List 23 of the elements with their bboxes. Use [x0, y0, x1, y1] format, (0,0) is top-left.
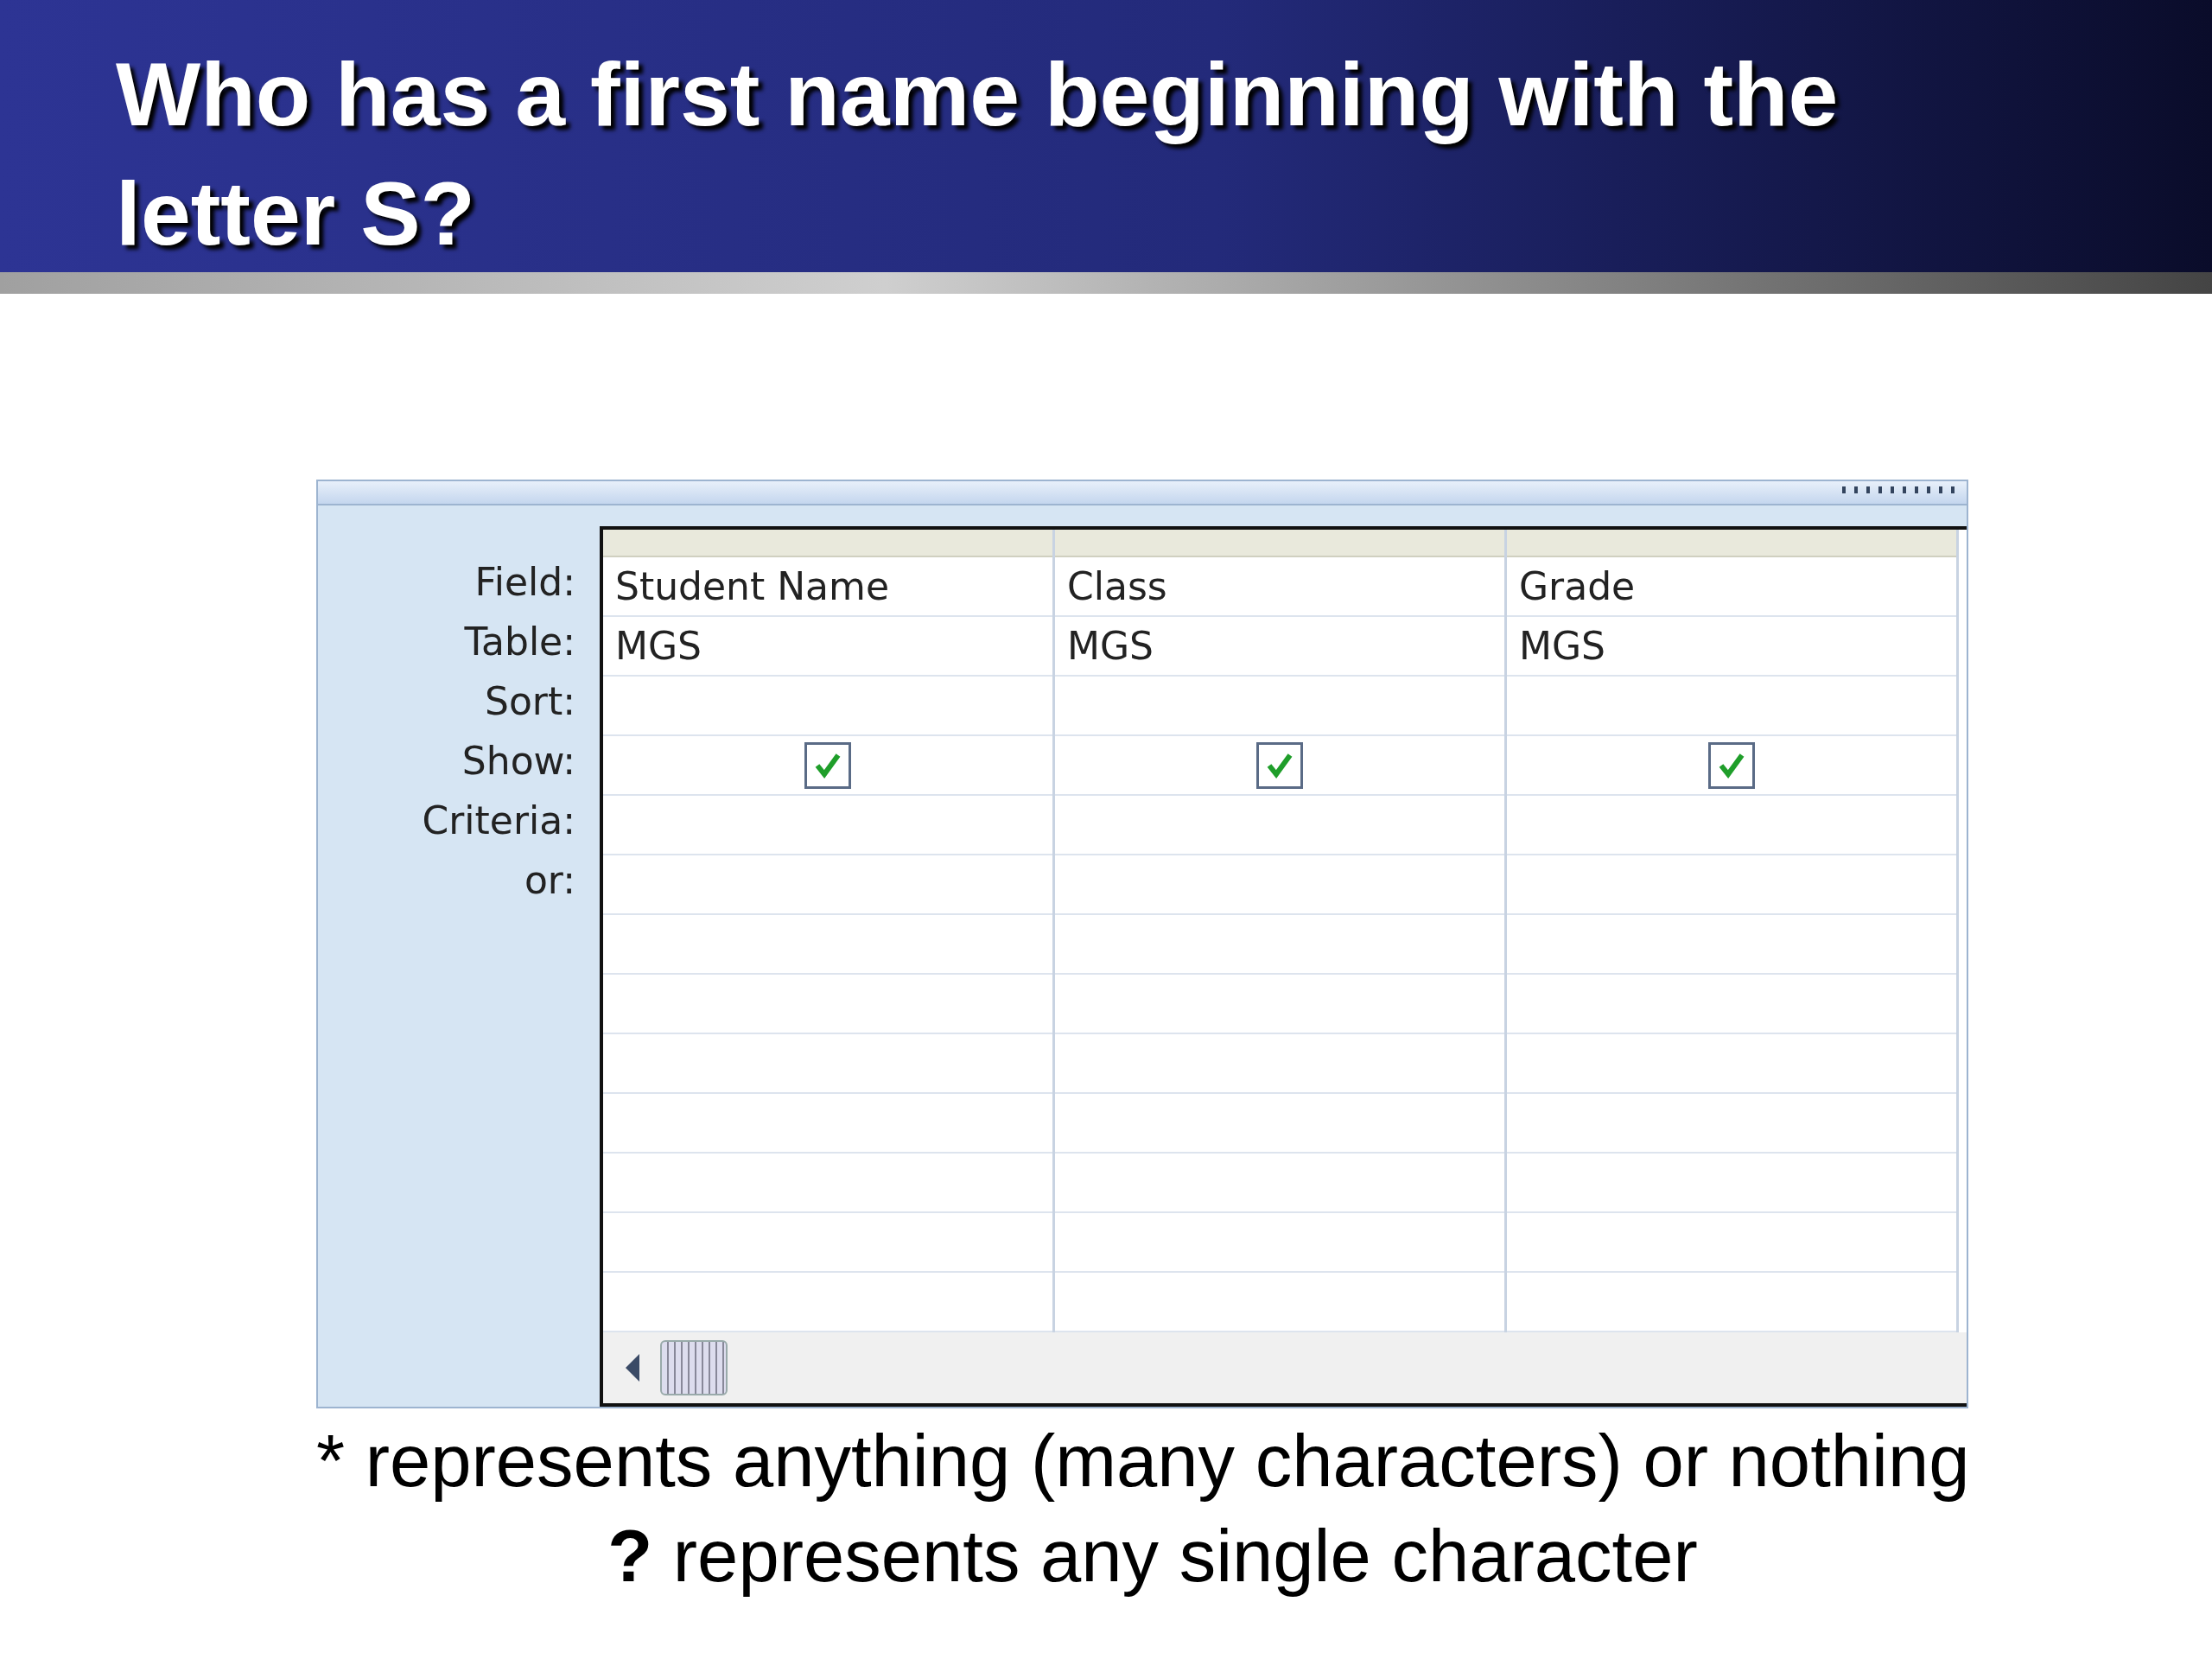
- row-label: Table:: [463, 619, 576, 665]
- row-label: Show:: [461, 738, 576, 785]
- table-cell[interactable]: MGS: [1055, 617, 1504, 677]
- note-text: ? represents any single character: [607, 1514, 1699, 1599]
- slide-title: Who has a first name beginning with the letter S?: [116, 43, 1840, 265]
- table-cell[interactable]: MGS: [603, 617, 1052, 677]
- checkmark-icon: [1267, 753, 1293, 779]
- field-cell[interactable]: Class: [1055, 557, 1504, 617]
- checkmark-icon: [1719, 753, 1745, 779]
- row-label: Sort:: [484, 678, 576, 725]
- horizontal-scrollbar[interactable]: [603, 1332, 1967, 1403]
- show-checkbox[interactable]: [804, 741, 851, 789]
- row-label: Field:: [474, 559, 576, 606]
- table-cell[interactable]: MGS: [1507, 617, 1956, 677]
- row-label: Criteria:: [421, 798, 576, 844]
- field-cell[interactable]: Grade: [1507, 557, 1956, 617]
- note-text: * represents anything (many characters) or nothing: [316, 1419, 1971, 1503]
- scroll-thumb[interactable]: [660, 1340, 728, 1395]
- row-label: or:: [523, 857, 576, 904]
- checkmark-icon: [815, 753, 841, 779]
- show-checkbox[interactable]: [1708, 741, 1755, 789]
- show-checkbox[interactable]: [1256, 741, 1303, 789]
- field-cell[interactable]: Student Name: [603, 557, 1052, 617]
